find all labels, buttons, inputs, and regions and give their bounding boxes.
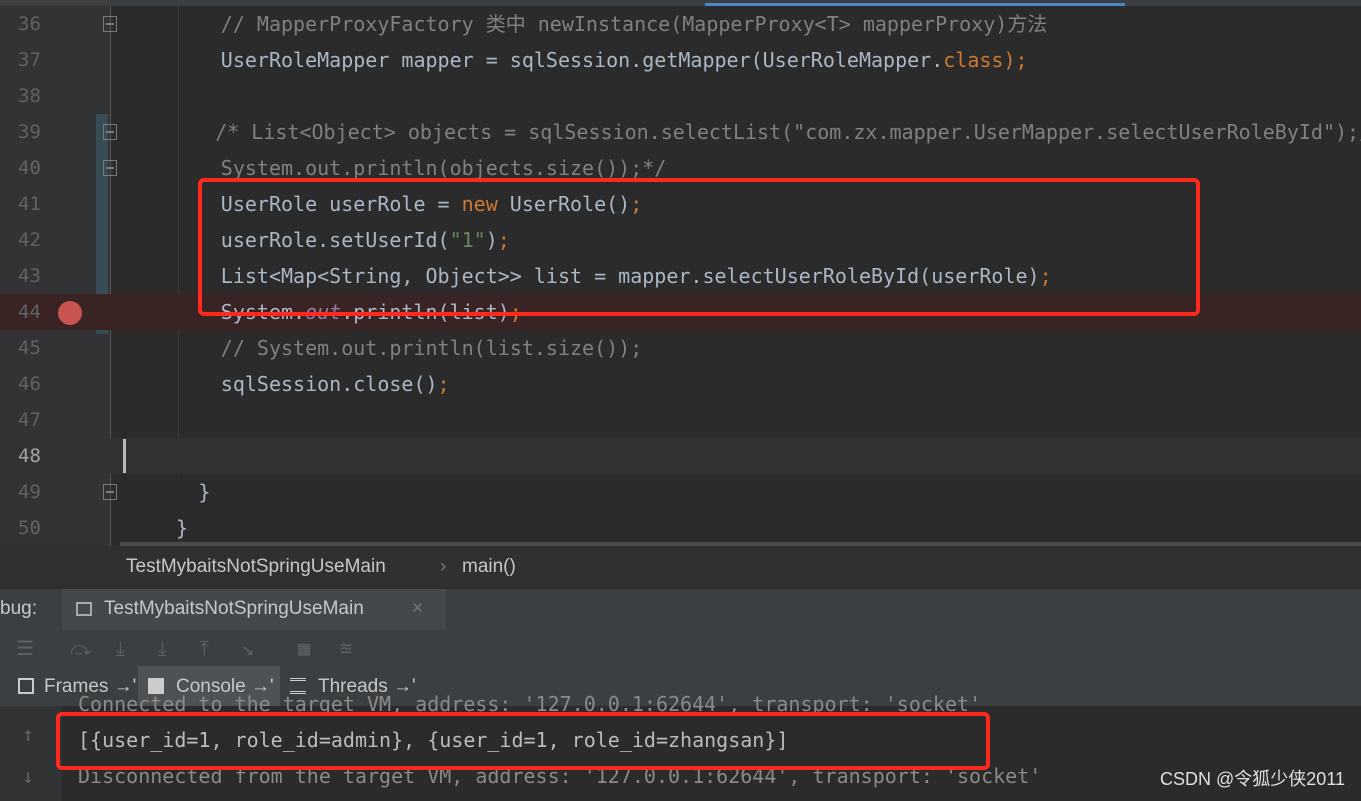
- fold-marker-icon[interactable]: [103, 16, 117, 32]
- code-line[interactable]: 36 // MapperProxyFactory 类中 newInstance(M…: [0, 6, 1361, 42]
- line-number[interactable]: 47: [18, 402, 58, 438]
- step-out-icon[interactable]: ⤒: [200, 636, 209, 660]
- stream-icon[interactable]: ≊: [340, 636, 352, 660]
- breadcrumb-class[interactable]: TestMybaitsNotSpringUseMain: [126, 556, 386, 578]
- code-token: // MapperProxyFactory 类中 newInstance(Map…: [220, 12, 1048, 36]
- watermark: CSDN @令狐少侠2011: [1160, 769, 1345, 789]
- code-token: UserRoleMapper mapper = sqlSession.getMa…: [220, 48, 944, 72]
- debug-session-bar: bug: TestMybaitsNotSpringUseMain ×: [0, 588, 1361, 631]
- code-line[interactable]: 39 /* List<Object> objects = sqlSession.s…: [0, 114, 1361, 150]
- evaluate-icon[interactable]: ▦: [298, 636, 310, 660]
- line-number[interactable]: 49: [18, 474, 58, 510]
- console-output[interactable]: ↑ ↓ Connected to the target VM, address:…: [0, 692, 1361, 801]
- line-number[interactable]: 41: [18, 186, 58, 222]
- code-text: }: [176, 510, 188, 546]
- code-line[interactable]: 47: [0, 402, 1361, 438]
- code-line[interactable]: 50}: [0, 510, 1361, 546]
- code-text: // MapperProxyFactory 类中 newInstance(Map…: [221, 6, 1048, 42]
- debug-session-name: TestMybaitsNotSpringUseMain: [104, 598, 364, 619]
- code-line[interactable]: 46 sqlSession.close();: [0, 366, 1361, 402]
- code-token: }: [176, 516, 189, 540]
- breadcrumb-method[interactable]: main(): [462, 556, 516, 578]
- code-text: UserRoleMapper mapper = sqlSession.getMa…: [221, 42, 1028, 78]
- window-icon: [76, 602, 92, 616]
- code-token: /* List<Object> objects = sqlSession.sel…: [215, 120, 1361, 144]
- list-icon[interactable]: ☰: [16, 636, 34, 660]
- code-token: sqlSession.close(): [220, 372, 438, 396]
- close-icon[interactable]: ×: [412, 598, 423, 620]
- code-token: System.out.println(objects.size());*/: [220, 156, 667, 180]
- console-gutter: ↑ ↓: [0, 706, 62, 801]
- highlight-box-code: [198, 178, 1200, 316]
- highlight-box-console: [56, 712, 990, 770]
- code-editor[interactable]: 36 // MapperProxyFactory 类中 newInstance(M…: [0, 6, 1361, 546]
- code-line[interactable]: 45 // System.out.println(list.size());: [0, 330, 1361, 366]
- line-number[interactable]: 46: [18, 366, 58, 402]
- text-caret: [123, 439, 126, 473]
- line-number[interactable]: 48: [18, 438, 58, 474]
- code-token: );: [1003, 48, 1028, 72]
- code-line[interactable]: 48: [0, 438, 1361, 474]
- code-text: }: [198, 474, 210, 510]
- code-token: // System.out.println(list.size());: [220, 336, 643, 360]
- scroll-down-icon[interactable]: ↓: [22, 764, 34, 788]
- line-number[interactable]: 40: [18, 150, 58, 186]
- line-number[interactable]: 38: [18, 78, 58, 114]
- code-line[interactable]: 38: [0, 78, 1361, 114]
- line-number[interactable]: 44: [18, 294, 58, 330]
- code-line[interactable]: 37 UserRoleMapper mapper = sqlSession.get…: [0, 42, 1361, 78]
- line-number[interactable]: 36: [18, 6, 58, 42]
- step-over-icon[interactable]: ⤼: [70, 636, 91, 660]
- line-number[interactable]: 37: [18, 42, 58, 78]
- code-line[interactable]: 49}: [0, 474, 1361, 510]
- code-text: // System.out.println(list.size());: [221, 330, 642, 366]
- fold-marker-icon[interactable]: [103, 124, 117, 140]
- fold-marker-icon[interactable]: [103, 484, 117, 500]
- line-number[interactable]: 43: [18, 258, 58, 294]
- code-token: }: [198, 480, 211, 504]
- debug-toolbar: ☰ ⤼ ⤓ ⤓ ⤒ ↘ ▦ ≊: [0, 630, 1361, 666]
- breadcrumb-separator: ›: [440, 556, 447, 577]
- code-text: /* List<Object> objects = sqlSession.sel…: [215, 114, 1361, 150]
- step-into-icon[interactable]: ⤓: [116, 636, 125, 660]
- scroll-up-icon[interactable]: ↑: [22, 722, 34, 746]
- line-number[interactable]: 45: [18, 330, 58, 366]
- frames-icon: [18, 678, 34, 694]
- fold-marker-icon[interactable]: [103, 160, 117, 176]
- breakpoint-icon[interactable]: [58, 301, 82, 325]
- breadcrumb: TestMybaitsNotSpringUseMain › main(): [0, 546, 1361, 588]
- line-number[interactable]: 39: [18, 114, 58, 150]
- code-token: class: [943, 48, 1004, 72]
- line-number[interactable]: 42: [18, 222, 58, 258]
- line-number[interactable]: 50: [18, 510, 58, 546]
- debug-label: bug:: [0, 598, 37, 619]
- debug-session-tab[interactable]: TestMybaitsNotSpringUseMain ×: [62, 589, 446, 631]
- code-text: sqlSession.close();: [221, 366, 450, 402]
- force-step-into-icon[interactable]: ⤓: [158, 636, 167, 660]
- run-to-cursor-icon[interactable]: ↘: [242, 636, 254, 660]
- code-token: ;: [437, 372, 450, 396]
